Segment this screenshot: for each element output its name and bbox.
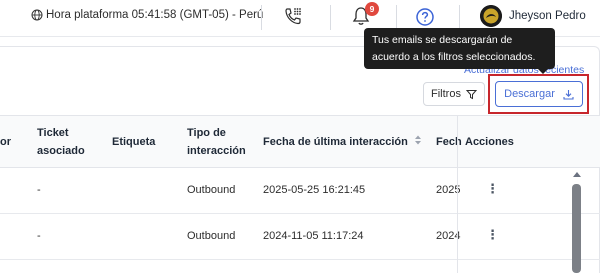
funnel-icon <box>465 89 477 99</box>
header-divider <box>261 5 262 30</box>
header-divider <box>396 5 397 30</box>
sort-icon[interactable] <box>414 134 422 146</box>
cell-ticket: - <box>37 230 41 242</box>
filters-button-label: Filtros <box>431 88 461 100</box>
column-header-partial[interactable]: or <box>0 133 11 151</box>
kebab-menu-icon[interactable]: ⋮ <box>486 228 499 241</box>
column-header-interaction-type[interactable]: Tipo de interacción <box>187 124 251 160</box>
cell-last-interaction: 2025-05-25 16:21:45 <box>263 184 366 196</box>
cell-last-interaction: 2024-11-05 11:17:24 <box>263 230 364 242</box>
column-header-label[interactable]: Etiqueta <box>112 133 155 151</box>
cell-ticket: - <box>37 184 41 196</box>
actions-column-divider <box>457 115 458 273</box>
dialpad-phone-icon[interactable] <box>283 6 303 31</box>
user-name[interactable]: Jheyson Pedro <box>509 10 586 22</box>
column-header-ticket[interactable]: Ticket asociado <box>37 124 97 160</box>
avatar[interactable] <box>480 5 502 27</box>
scroll-up-arrow-icon[interactable] <box>573 172 581 177</box>
notification-badge: 9 <box>365 2 379 16</box>
kebab-menu-icon[interactable]: ⋮ <box>486 182 499 195</box>
column-header-actions: Acciones <box>465 136 514 148</box>
platform-time-text: Hora plataforma 05:41:58 (GMT-05) - Perú <box>46 9 264 21</box>
table-row[interactable]: - Outbound 2025-05-25 16:21:45 2025 ⋮ <box>0 168 600 214</box>
cell-interaction-type: Outbound <box>187 230 236 242</box>
table-row[interactable]: - Outbound 2024-11-05 11:17:24 2024 ⋮ <box>0 214 600 260</box>
highlight-box <box>488 74 589 114</box>
header-divider <box>459 5 460 30</box>
table-header: or Ticket asociado Etiqueta Tipo de inte… <box>0 115 600 168</box>
cell-interaction-type: Outbound <box>187 184 236 196</box>
header-divider <box>330 5 331 30</box>
tooltip-arrow <box>537 68 549 74</box>
globe-icon <box>31 9 43 21</box>
scrollbar-thumb[interactable] <box>572 184 581 273</box>
download-tooltip: Tus emails se descargarán de acuerdo a l… <box>364 28 555 69</box>
filters-button[interactable]: Filtros <box>423 82 485 106</box>
column-header-last-interaction[interactable]: Fecha de última interacción <box>263 133 408 151</box>
platform-time: Hora plataforma 05:41:58 (GMT-05) - Perú <box>31 9 263 21</box>
